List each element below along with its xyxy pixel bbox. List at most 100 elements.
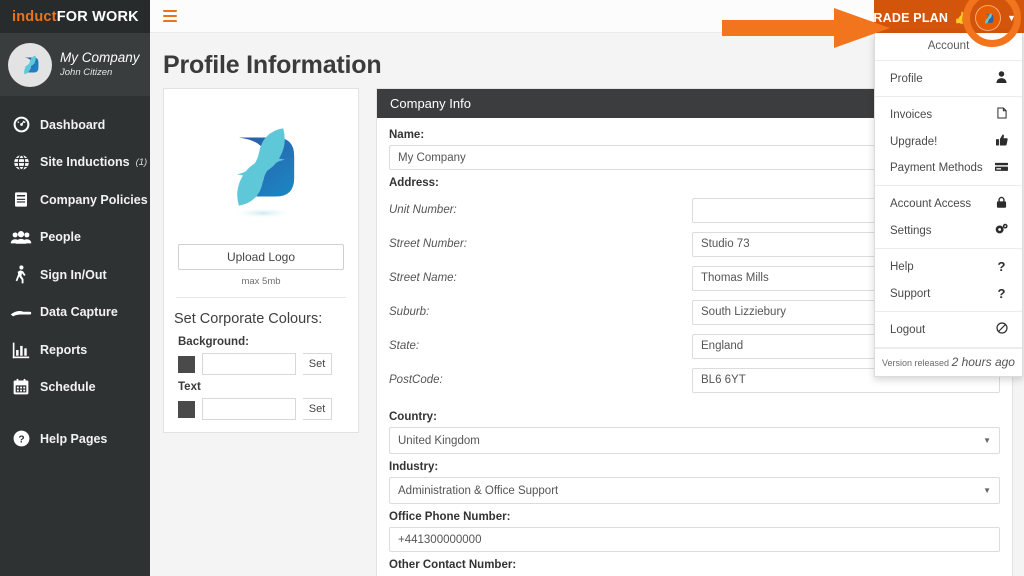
globe-icon (8, 151, 34, 173)
top-header: UPGRADE PLAN 👍 ▼ (150, 0, 1024, 36)
corporate-colours-title: Set Corporate Colours: (174, 311, 323, 327)
file-icon (994, 107, 1009, 122)
divider (176, 297, 346, 298)
text-colour-row: Set (178, 398, 358, 420)
brand-prefix: iNDUCT (12, 8, 57, 25)
sidebar-profile[interactable]: My Company John Citizen (0, 33, 150, 96)
sidebar-item-label: Data Capture (40, 305, 118, 320)
office-phone-label: Office Phone Number: (389, 511, 511, 523)
gauge-icon (8, 114, 34, 136)
book-icon (8, 189, 34, 211)
version-prefix: Version released (882, 358, 950, 368)
sidebar-item-people[interactable]: People (0, 219, 150, 257)
menu-item-profile[interactable]: Profile (875, 65, 1022, 92)
sidebar: iNDUCTFOR WORK My Company John (0, 0, 165, 576)
account-menu-group: Logout (875, 312, 1022, 348)
sidebar-item-site-inductions[interactable]: Site Inductions (1) (0, 144, 150, 182)
menu-item-label: Payment Methods (890, 162, 983, 174)
people-icon (8, 226, 34, 248)
street-name-label: Street Name: (389, 272, 457, 284)
menu-item-payment-methods[interactable]: Payment Methods (875, 155, 1022, 181)
country-select[interactable] (389, 427, 1000, 454)
sidebar-item-label: Schedule (40, 380, 96, 395)
office-phone-input[interactable] (389, 527, 1000, 552)
suburb-label: Suburb: (389, 306, 430, 318)
brand-text: iNDUCTFOR WORK (12, 9, 139, 25)
avatar (8, 42, 52, 87)
menu-item-label: Profile (890, 72, 923, 85)
background-colour-label: Background: (178, 336, 249, 348)
brand-logo[interactable]: iNDUCTFOR WORK (0, 0, 150, 33)
state-label: State: (389, 340, 420, 352)
menu-item-label: Logout (890, 323, 926, 336)
sidebar-user-name: John Citizen (60, 66, 113, 78)
text-colour-swatch[interactable] (178, 400, 195, 418)
thumbs-up-icon (994, 134, 1009, 149)
gears-icon (994, 223, 1009, 238)
unit-number-label: Unit Number: (389, 204, 457, 216)
sidebar-item-count: (1) (135, 156, 148, 168)
sidebar-profile-meta: My Company John Citizen (60, 51, 140, 77)
menu-item-label: Settings (890, 224, 932, 237)
menu-item-label: Help (890, 260, 914, 273)
question-mark-icon: ? (997, 259, 1006, 274)
sidebar-company-name: My Company (60, 51, 140, 66)
background-colour-row: Set (178, 353, 358, 375)
menu-item-account-access[interactable]: Account Access (875, 190, 1022, 217)
logo-and-colours-card: Upload Logo max 5mb Set Corporate Colour… (163, 88, 359, 433)
sidebar-item-label: Reports (40, 342, 88, 357)
walking-icon (8, 264, 34, 286)
max-file-size-hint: max 5mb (241, 276, 281, 287)
menu-item-label: Support (890, 287, 931, 300)
sidebar-item-company-policies[interactable]: Company Policies (1) (0, 181, 165, 219)
country-label: Country: (389, 411, 437, 423)
country-select-wrap: ▼ (389, 427, 1000, 454)
menu-item-support[interactable]: Support ? (875, 280, 1022, 307)
menu-item-label: Invoices (890, 108, 933, 121)
question-circle-icon: ? (8, 428, 34, 450)
background-colour-input[interactable] (202, 353, 296, 375)
sidebar-nav: Dashboard Site Inductions (1) Company Po… (0, 96, 165, 458)
question-mark-icon: ? (997, 286, 1006, 301)
background-colour-swatch[interactable] (178, 355, 195, 373)
sidebar-item-label: Site Inductions (40, 155, 130, 170)
sidebar-item-label: Sign In/Out (40, 267, 107, 282)
menu-item-logout[interactable]: Logout (875, 316, 1022, 343)
lock-icon (994, 196, 1009, 211)
menu-item-label: Account Access (890, 197, 972, 210)
background-colour-set-button[interactable]: Set (303, 353, 332, 375)
menu-item-invoices[interactable]: Invoices (875, 101, 1022, 128)
sidebar-item-sign-in-out[interactable]: Sign In/Out (0, 256, 150, 294)
menu-item-settings[interactable]: Settings (875, 217, 1022, 244)
text-colour-set-button[interactable]: Set (303, 398, 332, 420)
user-icon (994, 71, 1009, 86)
sidebar-item-label: Help Pages (40, 431, 108, 446)
industry-label: Industry: (389, 461, 439, 473)
postcode-label: PostCode: (389, 374, 443, 386)
sidebar-item-help-pages[interactable]: ? Help Pages (0, 420, 150, 458)
arrow-right-annotation (722, 8, 890, 48)
industry-select[interactable] (389, 477, 1000, 504)
company-logo-icon (231, 127, 295, 219)
brand-suffix: FOR WORK (56, 8, 139, 25)
sidebar-item-label: People (40, 230, 81, 245)
sidebar-item-dashboard[interactable]: Dashboard (0, 106, 150, 144)
sidebar-item-schedule[interactable]: Schedule (0, 369, 150, 407)
sidebar-item-data-capture[interactable]: Data Capture (0, 294, 150, 332)
hand-icon (8, 301, 34, 323)
account-dropdown-menu: Account Profile Invoices Upgrade! Paymen… (874, 33, 1023, 377)
ban-icon (994, 322, 1009, 337)
account-menu-group: Invoices Upgrade! Payment Methods (875, 97, 1022, 186)
upload-logo-button[interactable]: Upload Logo (178, 244, 344, 270)
sidebar-item-reports[interactable]: Reports (0, 331, 150, 369)
street-number-label: Street Number: (389, 238, 467, 250)
menu-item-upgrade[interactable]: Upgrade! (875, 128, 1022, 155)
app-root: iNDUCTFOR WORK My Company John (0, 0, 1024, 576)
menu-item-help[interactable]: Help ? (875, 253, 1022, 280)
text-colour-input[interactable] (202, 398, 296, 420)
hamburger-icon[interactable] (163, 10, 177, 23)
svg-text:?: ? (18, 435, 24, 446)
version-footer: Version released 2 hours ago (875, 348, 1022, 376)
sidebar-item-label: Company Policies (40, 192, 148, 207)
bar-chart-icon (8, 339, 34, 361)
